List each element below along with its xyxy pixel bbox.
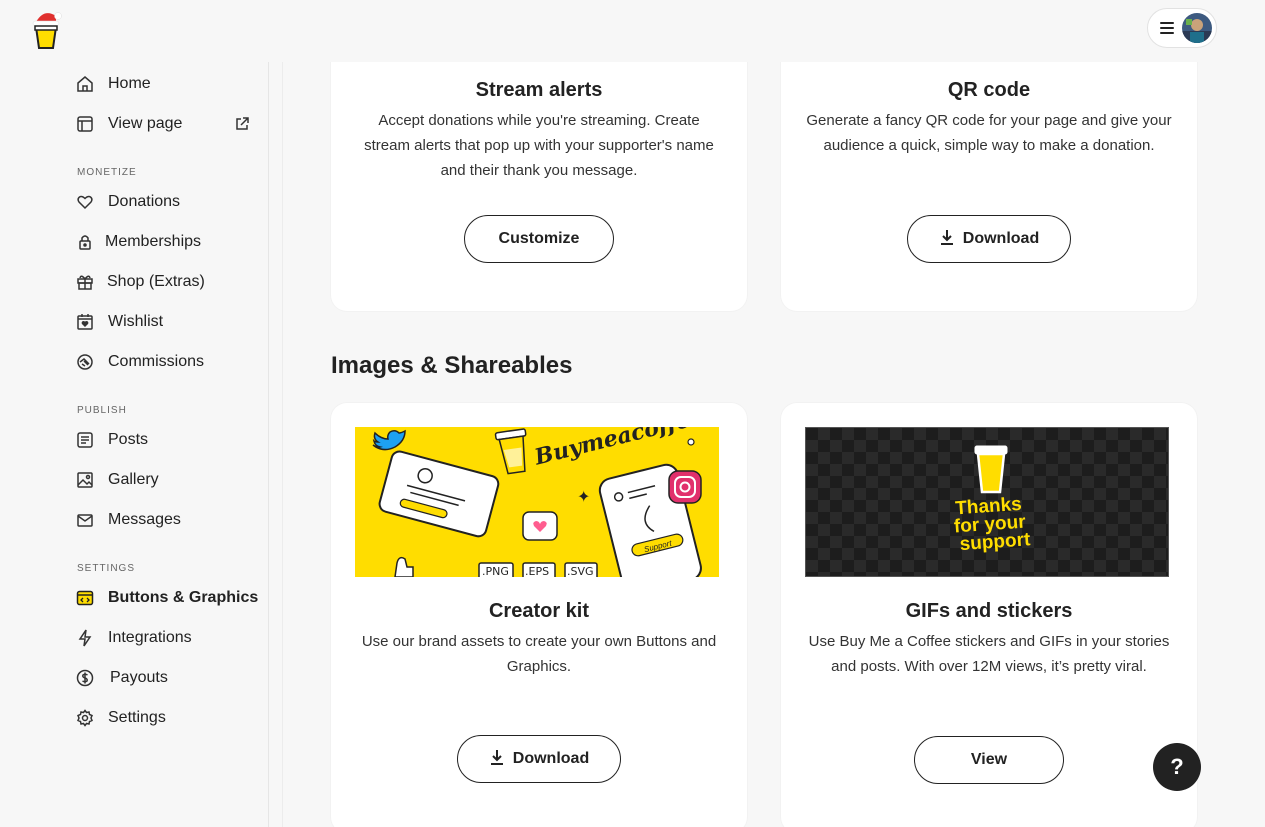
card-title: Creator kit bbox=[488, 600, 590, 622]
button-label: Customize bbox=[498, 230, 580, 247]
sidebar-item-label: Shop (Extras) bbox=[107, 273, 205, 290]
divider bbox=[282, 62, 283, 827]
sidebar-item-donations[interactable]: Donations bbox=[76, 190, 180, 214]
gifs-stickers-card: Thanks for your support GIFs and sticker… bbox=[781, 403, 1197, 827]
card-title: Stream alerts bbox=[475, 79, 603, 101]
code-window-icon bbox=[76, 589, 94, 607]
sidebar-item-gallery[interactable]: Gallery bbox=[76, 468, 159, 492]
coffee-cup-santa-hat-icon[interactable] bbox=[30, 8, 62, 50]
sidebar-item-label: Home bbox=[108, 75, 151, 92]
qr-download-button[interactable]: Download bbox=[907, 215, 1071, 263]
handshake-icon bbox=[76, 353, 94, 371]
customize-button[interactable]: Customize bbox=[464, 215, 614, 263]
button-label: View bbox=[970, 751, 1008, 768]
user-avatar[interactable] bbox=[1182, 13, 1212, 43]
view-gifs-button[interactable]: View bbox=[914, 736, 1064, 784]
sidebar-item-label: Buttons & Graphics bbox=[108, 589, 259, 606]
sidebar-item-label: Donations bbox=[108, 193, 181, 210]
section-title-settings: SETTINGS bbox=[77, 563, 136, 574]
help-label: ? bbox=[1170, 754, 1184, 779]
sidebar-item-integrations[interactable]: Integrations bbox=[76, 626, 192, 650]
sidebar-item-label: Integrations bbox=[108, 629, 192, 646]
dollar-circle-icon bbox=[76, 669, 94, 687]
download-icon bbox=[489, 749, 505, 770]
creator-kit-card: Buymeacoffee ✦ Support .PNG .EPS .SVG Cr… bbox=[331, 403, 747, 827]
creator-kit-download-button[interactable]: Download bbox=[457, 735, 621, 783]
twitter-icon bbox=[372, 429, 406, 451]
button-label: Download bbox=[512, 750, 590, 767]
bolt-icon bbox=[76, 629, 94, 647]
download-icon bbox=[939, 229, 955, 250]
svg-text:.SVG: .SVG bbox=[567, 565, 594, 577]
sidebar-item-label: Memberships bbox=[105, 233, 202, 250]
creator-kit-banner: Buymeacoffee ✦ Support .PNG .EPS .SVG bbox=[355, 427, 719, 577]
sidebar-item-commissions[interactable]: Commissions bbox=[76, 350, 204, 374]
stream-alerts-card: Stream alerts Accept donations while you… bbox=[331, 30, 747, 311]
card-description: Generate a fancy QR code for your page a… bbox=[806, 112, 1172, 154]
sidebar-item-label: Commissions bbox=[108, 353, 205, 370]
svg-text:.PNG: .PNG bbox=[482, 565, 509, 577]
section-title-monetize: MONETIZE bbox=[77, 167, 137, 178]
hamburger-icon[interactable] bbox=[1160, 22, 1174, 34]
svg-text:.EPS: .EPS bbox=[525, 565, 549, 577]
sidebar-item-label: Wishlist bbox=[108, 313, 164, 330]
button-label: Download bbox=[962, 230, 1040, 247]
layout-icon bbox=[76, 115, 94, 133]
card-title: QR code bbox=[947, 79, 1031, 101]
mail-icon bbox=[76, 511, 94, 529]
gift-icon bbox=[76, 273, 94, 291]
gear-icon bbox=[76, 709, 94, 727]
card-description: Use Buy Me a Coffee stickers and GIFs in… bbox=[808, 633, 1170, 675]
gifs-stickers-banner: Thanks for your support bbox=[805, 427, 1169, 577]
sidebar-item-label: Settings bbox=[108, 709, 166, 726]
sidebar-item-memberships[interactable]: Memberships bbox=[76, 230, 201, 254]
image-icon bbox=[76, 471, 94, 489]
lock-icon bbox=[76, 233, 94, 251]
help-button[interactable]: ? bbox=[1153, 743, 1201, 791]
home-icon bbox=[76, 75, 94, 93]
sidebar-item-shop[interactable]: Shop (Extras) bbox=[76, 270, 205, 294]
section-heading-images-shareables: Images & Shareables bbox=[331, 352, 573, 379]
sidebar-item-posts[interactable]: Posts bbox=[76, 428, 148, 452]
sidebar-item-label: Payouts bbox=[110, 669, 168, 686]
sidebar-item-label: Messages bbox=[108, 511, 181, 528]
qr-code-card: QR code Generate a fancy QR code for you… bbox=[781, 30, 1197, 311]
svg-text:Buymeacoffee: Buymeacoffee bbox=[531, 427, 706, 471]
sidebar-item-payouts[interactable]: Payouts bbox=[76, 666, 168, 690]
heart-icon bbox=[76, 193, 94, 211]
card-title: GIFs and stickers bbox=[905, 600, 1073, 622]
svg-text:✦: ✦ bbox=[577, 489, 590, 506]
sidebar-item-label: View page bbox=[108, 115, 183, 132]
calendar-heart-icon bbox=[76, 313, 94, 331]
sidebar-item-buttons-graphics[interactable]: Buttons & Graphics bbox=[76, 586, 258, 610]
sidebar-item-wishlist[interactable]: Wishlist bbox=[76, 310, 163, 334]
card-description: Use our brand assets to create your own … bbox=[361, 633, 717, 675]
sidebar-item-label: Gallery bbox=[108, 471, 159, 488]
sidebar-item-settings[interactable]: Settings bbox=[76, 706, 166, 730]
section-title-publish: PUBLISH bbox=[77, 405, 127, 416]
sidebar-item-home[interactable]: Home bbox=[76, 72, 151, 96]
external-link-icon[interactable] bbox=[234, 116, 250, 132]
top-bar bbox=[0, 0, 1265, 62]
sidebar-item-label: Posts bbox=[108, 431, 149, 448]
sidebar-item-messages[interactable]: Messages bbox=[76, 508, 181, 532]
user-menu-button[interactable] bbox=[1147, 8, 1217, 48]
sidebar-item-view-page[interactable]: View page bbox=[76, 112, 182, 136]
document-icon bbox=[76, 431, 94, 449]
card-description: Accept donations while you're streaming.… bbox=[364, 112, 714, 179]
